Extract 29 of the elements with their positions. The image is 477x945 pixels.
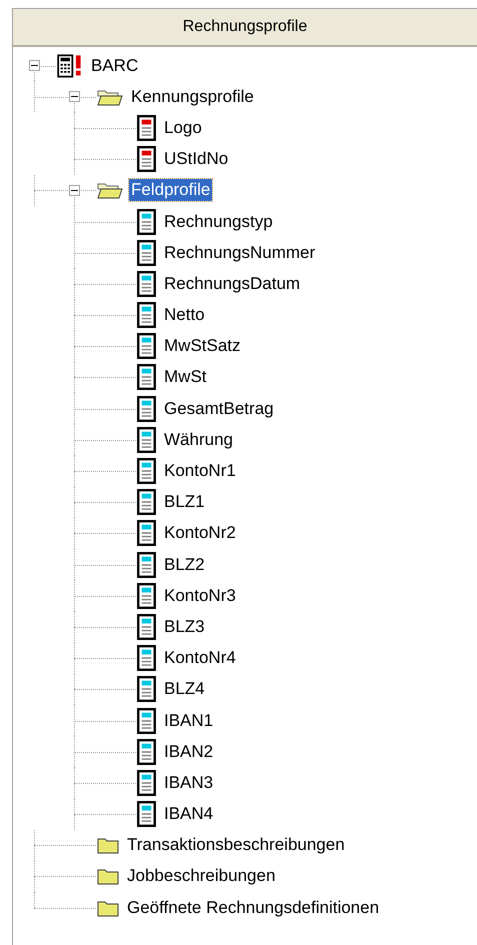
tree-item[interactable]: BARC (89, 54, 140, 77)
tree-item[interactable]: IBAN1 (162, 710, 216, 732)
tree-item[interactable]: Netto (162, 304, 207, 326)
tree-item[interactable]: IBAN3 (162, 772, 216, 794)
tree-item[interactable]: Geöffnete Rechnungsdefinitionen (125, 896, 382, 919)
tree-item[interactable]: IBAN2 (162, 740, 216, 763)
tree-item[interactable]: Kennungsprofile (129, 86, 256, 108)
tree-item[interactable]: KontoNr3 (162, 584, 238, 607)
tree-item[interactable]: KontoNr1 (162, 460, 238, 482)
tree-item[interactable]: IBAN4 (162, 803, 216, 826)
tree-item[interactable]: KontoNr2 (162, 522, 238, 544)
tree-item[interactable]: Transaktionsbeschreibungen (125, 834, 347, 856)
tree-item[interactable]: MwSt (162, 366, 208, 388)
tree-item[interactable]: BLZ1 (162, 491, 207, 514)
tree-item[interactable]: Logo (162, 116, 204, 139)
column-header: Rechnungsprofile (13, 9, 477, 47)
tree-item[interactable]: Rechnungstyp (162, 210, 275, 233)
tree-item[interactable]: MwStSatz (162, 335, 243, 358)
tree-item[interactable]: Feldprofile (129, 179, 212, 202)
tree-item[interactable]: BLZ3 (162, 616, 207, 638)
tree-item[interactable]: Jobbeschreibungen (125, 865, 278, 888)
tree-item[interactable]: BLZ2 (162, 554, 207, 576)
tree-item[interactable]: RechnungsNummer (162, 242, 318, 264)
tree-item[interactable]: RechnungsDatum (162, 272, 302, 295)
tree-item[interactable]: KontoNr4 (162, 647, 238, 670)
tree-item[interactable]: Währung (162, 428, 235, 451)
tree-item[interactable]: UStIdNo (162, 148, 230, 170)
tree-item[interactable]: GesamtBetrag (162, 398, 276, 420)
tree-item[interactable]: BLZ4 (162, 678, 207, 700)
